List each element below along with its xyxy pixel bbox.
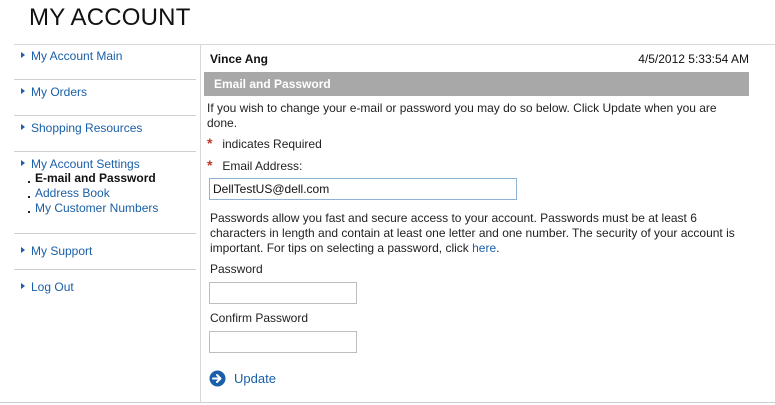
sidebar-item-my-support[interactable]: My Support [14,244,196,258]
email-field[interactable] [209,178,517,200]
sidebar-item-label: My Orders [31,85,88,99]
sidebar-item-label: My Account Settings [31,157,140,171]
subitem-customer-numbers[interactable]: My Customer Numbers [14,201,196,216]
password-label: Password [210,262,263,276]
required-star-icon: * [207,135,213,151]
subitem-address-book[interactable]: Address Book [14,186,196,201]
page-title: MY ACCOUNT [29,4,191,31]
sidebar-group-shopping: Shopping Resources [14,116,196,152]
arrow-right-circle-icon [209,370,226,386]
password-info: Passwords allow you fast and secure acce… [210,211,740,256]
sidebar-item-label: Log Out [31,280,74,294]
sidebar-item-my-orders[interactable]: My Orders [14,85,196,99]
bullet-icon [28,196,30,198]
confirm-password-label: Confirm Password [210,311,309,325]
settings-submenu: E-mail and Password Address Book My Cust… [14,171,196,216]
chevron-right-icon [21,283,25,289]
required-note-text: indicates Required [222,137,322,151]
sidebar-item-my-account-main[interactable]: My Account Main [14,49,196,63]
chevron-right-icon [21,247,25,253]
footer-divider [0,402,775,403]
sidebar-item-log-out[interactable]: Log Out [14,280,196,294]
sidebar-group-logout: Log Out [14,270,196,305]
sidebar-nav: My Account Main My Orders Shopping Resou… [14,44,196,305]
update-label: Update [234,370,276,386]
required-star-icon: * [207,157,213,173]
chevron-right-icon [21,88,25,94]
confirm-password-field[interactable] [209,331,357,353]
section-title: Email and Password [214,77,331,91]
password-field[interactable] [209,282,357,304]
sidebar-item-my-account-settings[interactable]: My Account Settings [14,157,196,171]
sidebar-item-label: My Support [31,244,93,258]
password-info-end: . [496,241,500,255]
user-info-row: Vince Ang 4/5/2012 5:33:54 AM [201,44,749,72]
main-content: Vince Ang 4/5/2012 5:33:54 AM [201,44,749,72]
subitem-email-password[interactable]: E-mail and Password [14,171,196,186]
sidebar-group-orders: My Orders [14,80,196,116]
email-label: * Email Address: [207,158,302,173]
sidebar-item-shopping-resources[interactable]: Shopping Resources [14,121,196,135]
intro-text: If you wish to change your e-mail or pas… [207,101,717,130]
email-label-text: Email Address: [222,159,303,173]
bullet-icon [28,181,30,183]
timestamp: 4/5/2012 5:33:54 AM [638,52,749,66]
user-name: Vince Ang [210,52,269,66]
chevron-right-icon [21,160,25,166]
sidebar-item-label: Shopping Resources [31,121,143,135]
required-note: * indicates Required [207,136,322,151]
sidebar-group-support: My Support [14,234,196,270]
bullet-icon [28,211,30,213]
section-header: Email and Password [204,72,749,96]
sidebar-group-settings: My Account Settings E-mail and Password … [14,152,196,234]
subitem-label: Address Book [35,186,110,200]
column-divider [200,44,201,402]
sidebar-group-main: My Account Main [14,44,196,80]
subitem-label: My Customer Numbers [35,201,159,215]
update-button[interactable]: Update [209,369,276,387]
chevron-right-icon [21,52,25,58]
subitem-label: E-mail and Password [35,171,156,185]
password-tips-link[interactable]: here [472,241,496,255]
sidebar-item-label: My Account Main [31,49,123,63]
chevron-right-icon [21,124,25,130]
